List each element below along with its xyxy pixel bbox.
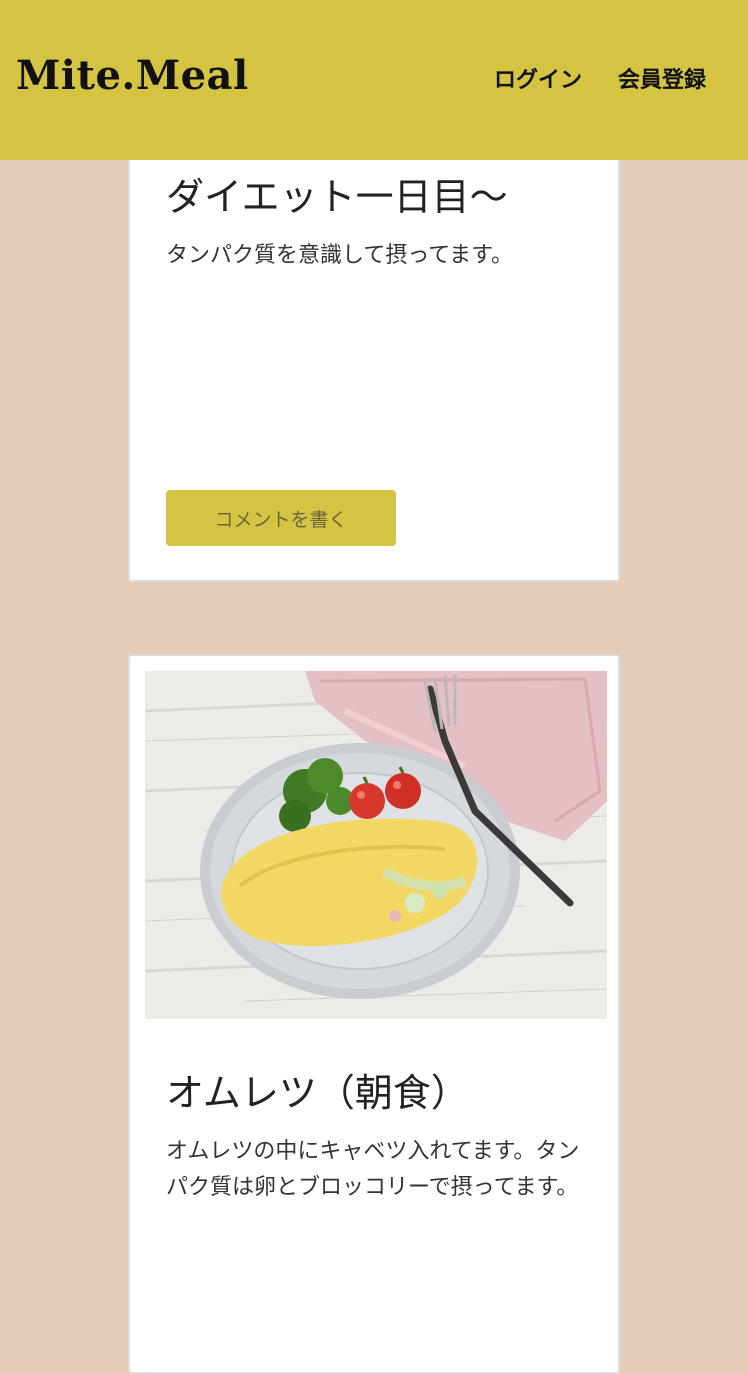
site-logo[interactable]: Mite.Meal <box>16 52 249 99</box>
post-card: オムレツ（朝食） オムレツの中にキャベツ入れてます。タンパク質は卵とブロッコリー… <box>128 654 620 1374</box>
post-title: ダイエット一日目〜 <box>166 175 508 219</box>
post-body: タンパク質を意識して摂ってます。 <box>166 243 513 268</box>
post-body: オムレツの中にキャベツ入れてます。タンパク質は卵とブロッコリーで摂ってます。 <box>166 1139 580 1200</box>
register-link[interactable]: 会員登録 <box>618 62 706 94</box>
post-title: オムレツ（朝食） <box>166 1071 469 1115</box>
login-link[interactable]: ログイン <box>494 62 582 94</box>
post-image <box>145 671 607 1019</box>
omelette-photo <box>145 671 607 1019</box>
write-comment-button[interactable]: コメントを書く <box>166 490 396 546</box>
site-header: Mite.Meal ログイン 会員登録 <box>0 0 748 160</box>
header-nav: ログイン 会員登録 <box>494 62 706 94</box>
post-card: ダイエット一日目〜 タンパク質を意識して摂ってます。 コメントを書く <box>128 110 620 582</box>
